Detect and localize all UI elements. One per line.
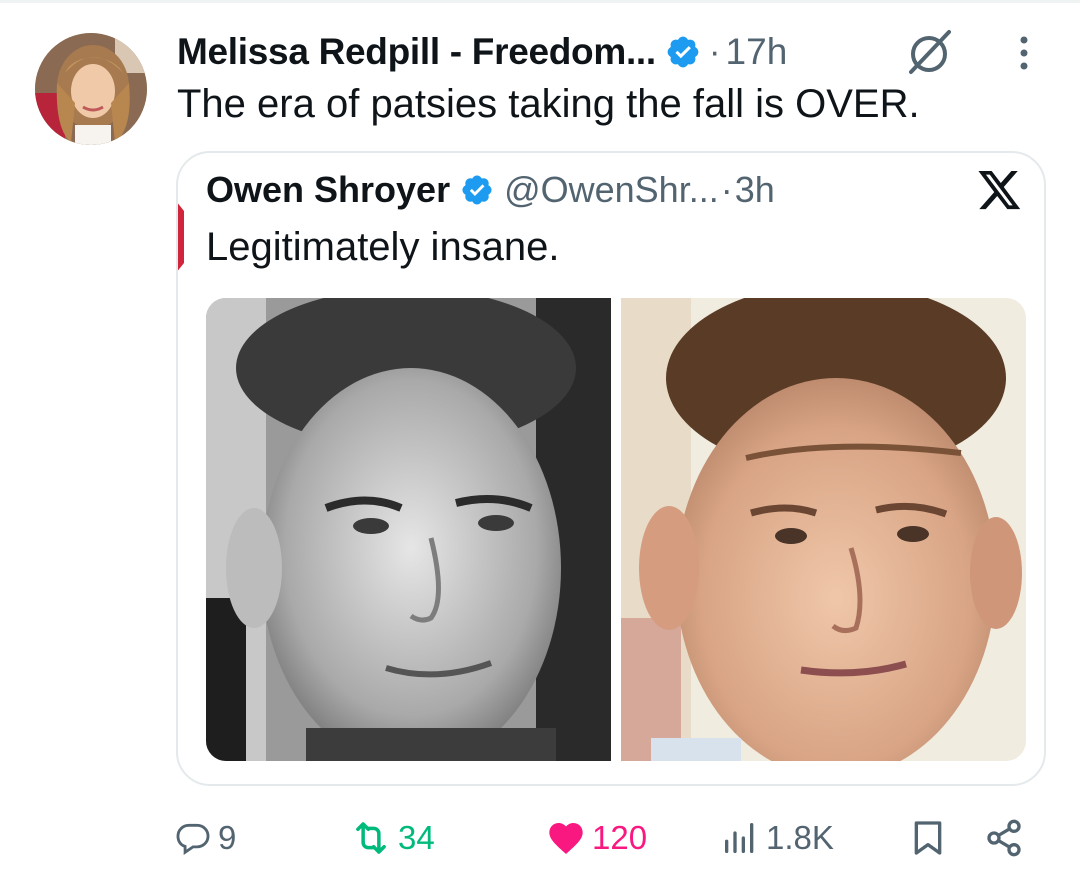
views-count: 1.8K — [766, 819, 834, 856]
views-chart-icon — [725, 823, 754, 853]
post-header: Melissa Redpill - Freedom... · 17h — [177, 28, 787, 76]
like-button[interactable]: 120 — [546, 808, 647, 868]
repost-count: 34 — [398, 819, 435, 856]
top-divider — [0, 0, 1080, 3]
quoted-header-separator: · — [720, 169, 733, 210]
quoted-author-name[interactable]: Owen Shroyer — [206, 169, 450, 211]
red-edge-decoration — [178, 201, 186, 273]
quoted-post-card[interactable]: Owen Shroyer @OwenShr... · 3h Legitimate… — [176, 151, 1046, 786]
media-image-right[interactable] — [621, 298, 1026, 761]
bookmark-button[interactable] — [908, 808, 948, 868]
heart-icon — [549, 823, 583, 854]
quoted-post-text: Legitimately insane. — [206, 225, 560, 269]
verified-badge-icon — [460, 173, 494, 207]
quoted-media-grid[interactable] — [206, 298, 1026, 761]
author-avatar[interactable] — [35, 33, 147, 145]
views-button[interactable]: 1.8K — [720, 808, 834, 868]
action-bar: 9 34 120 1.8K — [0, 808, 1080, 868]
reply-count: 9 — [218, 819, 237, 856]
repost-button[interactable]: 34 — [350, 808, 435, 868]
quoted-post-header: Owen Shroyer @OwenShr... · 3h — [206, 167, 775, 213]
media-image-left[interactable] — [206, 298, 611, 761]
share-button[interactable] — [984, 808, 1024, 868]
quoted-post-timestamp[interactable]: 3h — [735, 169, 775, 211]
more-vertical-icon[interactable] — [1004, 30, 1044, 76]
reply-icon — [176, 823, 210, 855]
quoted-author-handle[interactable]: @OwenShr... — [504, 169, 719, 211]
like-count: 120 — [592, 819, 648, 856]
post-text: The era of patsies taking the fall is OV… — [177, 82, 920, 126]
repost-icon — [356, 822, 386, 854]
author-name[interactable]: Melissa Redpill - Freedom... — [177, 31, 656, 73]
post-timestamp[interactable]: 17h — [726, 31, 788, 73]
grok-icon[interactable] — [903, 28, 955, 76]
x-logo-icon — [978, 171, 1022, 211]
reply-button[interactable]: 9 — [174, 808, 236, 868]
bookmark-icon — [914, 821, 942, 855]
avatar-image — [35, 33, 147, 145]
header-separator: · — [708, 32, 721, 71]
share-icon — [987, 819, 1021, 857]
verified-badge-icon — [665, 34, 701, 70]
